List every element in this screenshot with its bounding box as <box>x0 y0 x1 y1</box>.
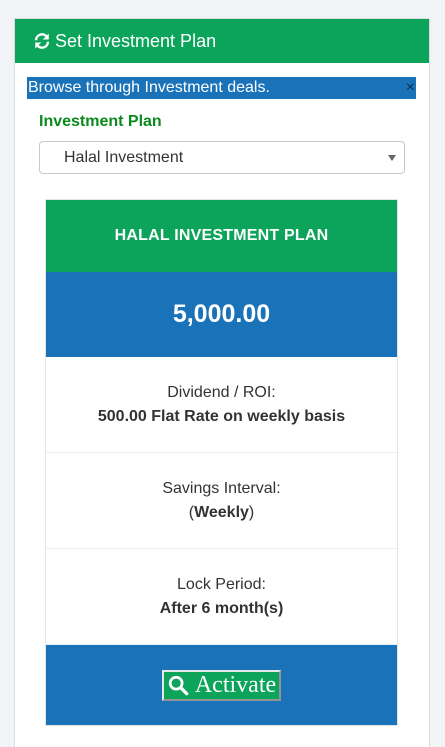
lock-value: After 6 month(s) <box>159 599 284 617</box>
plan-amount: 5,000.00 <box>46 272 397 357</box>
plan-title: HALAL INVESTMENT PLAN <box>46 200 397 272</box>
activate-button[interactable]: Activate <box>161 669 282 701</box>
refresh-icon <box>33 32 51 50</box>
dividend-label: Dividend / ROI: <box>167 383 276 401</box>
close-icon[interactable]: × <box>406 77 415 99</box>
plan-card: HALAL INVESTMENT PLAN 5,000.00 Dividend … <box>45 199 398 726</box>
interval-value-wrap: (Weekly) <box>189 501 255 525</box>
investment-plan-label: Investment Plan <box>39 113 162 130</box>
chevron-down-icon <box>388 155 396 161</box>
interval-close: ) <box>248 503 255 521</box>
interval-value: Weekly <box>194 503 249 521</box>
alert-message: Browse through Investment deals. <box>28 79 270 96</box>
lock-label: Lock Period: <box>177 575 266 593</box>
lock-row: Lock Period: After 6 month(s) <box>46 549 397 645</box>
dividend-row: Dividend / ROI: 500.00 Flat Rate on week… <box>46 357 397 453</box>
info-alert: Browse through Investment deals. × <box>27 77 416 99</box>
plan-footer: Activate <box>46 645 397 725</box>
panel-header: Set Investment Plan <box>15 19 429 63</box>
interval-row: Savings Interval: (Weekly) <box>46 453 397 549</box>
search-icon <box>168 675 189 696</box>
interval-label: Savings Interval: <box>162 479 281 497</box>
investment-panel: Set Investment Plan Browse through Inves… <box>14 18 430 747</box>
panel-title: Set Investment Plan <box>55 30 217 51</box>
dividend-value: 500.00 Flat Rate on weekly basis <box>97 407 346 425</box>
selected-plan: Halal Investment <box>64 149 184 166</box>
activate-label: Activate <box>194 671 277 698</box>
investment-plan-select[interactable]: Halal Investment <box>39 141 405 174</box>
